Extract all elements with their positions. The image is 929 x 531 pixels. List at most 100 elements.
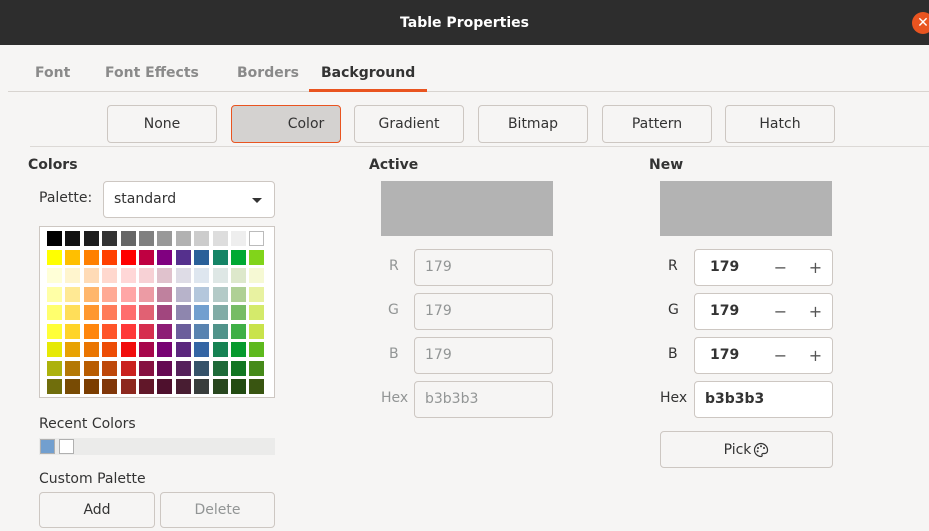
- color-swatch[interactable]: [83, 231, 99, 246]
- g-decrement-button[interactable]: −: [763, 294, 798, 329]
- color-swatch[interactable]: [139, 268, 154, 283]
- new-hex-field[interactable]: b3b3b3: [694, 381, 833, 418]
- color-swatch[interactable]: [102, 323, 118, 339]
- color-swatch[interactable]: [139, 249, 154, 265]
- new-r-spinbox[interactable]: 179 − +: [694, 249, 833, 286]
- color-swatch[interactable]: [102, 342, 118, 357]
- color-swatch[interactable]: [212, 379, 228, 394]
- color-swatch[interactable]: [231, 305, 246, 320]
- none-button[interactable]: None: [107, 105, 217, 143]
- color-swatch[interactable]: [120, 323, 136, 339]
- add-button[interactable]: Add: [39, 492, 155, 528]
- color-swatch[interactable]: [194, 342, 210, 357]
- b-decrement-button[interactable]: −: [763, 338, 798, 373]
- color-swatch[interactable]: [47, 268, 62, 283]
- color-swatch[interactable]: [175, 379, 191, 394]
- close-icon[interactable]: ✕: [912, 12, 929, 34]
- color-swatch[interactable]: [249, 360, 265, 376]
- color-swatch[interactable]: [212, 268, 228, 283]
- color-swatch[interactable]: [102, 268, 118, 283]
- color-swatch[interactable]: [249, 268, 265, 283]
- color-swatch[interactable]: [65, 305, 81, 320]
- recent-color-swatch[interactable]: [59, 439, 74, 454]
- color-swatch[interactable]: [120, 286, 136, 302]
- color-swatch[interactable]: [139, 379, 154, 394]
- color-swatch[interactable]: [139, 360, 154, 376]
- color-swatch[interactable]: [102, 379, 118, 394]
- color-swatch[interactable]: [102, 305, 118, 320]
- color-swatch[interactable]: [139, 231, 154, 246]
- palette-dropdown[interactable]: standard: [103, 181, 275, 218]
- color-swatch[interactable]: [65, 249, 81, 265]
- color-swatch[interactable]: [139, 323, 154, 339]
- delete-button[interactable]: Delete: [160, 492, 275, 528]
- color-swatch[interactable]: [175, 231, 191, 246]
- color-swatch[interactable]: [212, 342, 228, 357]
- color-swatch[interactable]: [157, 249, 173, 265]
- color-swatch[interactable]: [175, 360, 191, 376]
- r-increment-button[interactable]: +: [798, 250, 833, 285]
- color-swatch[interactable]: [212, 305, 228, 320]
- color-swatch[interactable]: [249, 323, 265, 339]
- color-swatch[interactable]: [120, 268, 136, 283]
- color-swatch[interactable]: [83, 268, 99, 283]
- color-swatch[interactable]: [120, 379, 136, 394]
- color-swatch[interactable]: [47, 305, 62, 320]
- color-swatch[interactable]: [139, 342, 154, 357]
- color-swatch[interactable]: [249, 342, 265, 357]
- color-swatch[interactable]: [231, 323, 246, 339]
- color-swatch[interactable]: [83, 286, 99, 302]
- color-swatch[interactable]: [83, 360, 99, 376]
- color-swatch[interactable]: [194, 379, 210, 394]
- color-swatch[interactable]: [157, 360, 173, 376]
- color-swatch[interactable]: [120, 360, 136, 376]
- color-swatch[interactable]: [212, 249, 228, 265]
- color-swatch[interactable]: [102, 360, 118, 376]
- color-swatch[interactable]: [157, 342, 173, 357]
- color-swatch[interactable]: [47, 360, 62, 376]
- color-swatch[interactable]: [194, 360, 210, 376]
- color-swatch[interactable]: [231, 249, 246, 265]
- r-decrement-button[interactable]: −: [763, 250, 798, 285]
- color-swatch[interactable]: [65, 268, 81, 283]
- color-swatch[interactable]: [120, 249, 136, 265]
- color-swatch[interactable]: [83, 305, 99, 320]
- color-swatch[interactable]: [212, 323, 228, 339]
- color-swatch[interactable]: [231, 379, 246, 394]
- new-g-value[interactable]: 179: [710, 294, 739, 329]
- color-swatch[interactable]: [249, 231, 265, 246]
- recent-color-swatch[interactable]: [40, 439, 55, 454]
- g-increment-button[interactable]: +: [798, 294, 833, 329]
- hatch-button[interactable]: Hatch: [725, 105, 835, 143]
- color-swatch[interactable]: [175, 323, 191, 339]
- color-swatch[interactable]: [249, 249, 265, 265]
- color-swatch[interactable]: [157, 305, 173, 320]
- tab-font-effects[interactable]: Font Effects: [105, 52, 199, 92]
- color-swatch[interactable]: [157, 286, 173, 302]
- color-swatch[interactable]: [249, 286, 265, 302]
- color-swatch[interactable]: [175, 286, 191, 302]
- color-swatch[interactable]: [231, 286, 246, 302]
- color-swatch[interactable]: [249, 379, 265, 394]
- color-swatch[interactable]: [47, 342, 62, 357]
- color-swatch[interactable]: [47, 323, 62, 339]
- color-swatch[interactable]: [175, 268, 191, 283]
- tab-font[interactable]: Font: [35, 52, 70, 92]
- color-swatch[interactable]: [139, 286, 154, 302]
- pick-button[interactable]: Pick: [660, 431, 833, 468]
- color-swatch[interactable]: [157, 379, 173, 394]
- color-swatch[interactable]: [47, 231, 62, 246]
- color-swatch[interactable]: [157, 323, 173, 339]
- color-swatch[interactable]: [194, 323, 210, 339]
- color-swatch[interactable]: [65, 360, 81, 376]
- color-button[interactable]: Color: [231, 105, 341, 143]
- pattern-button[interactable]: Pattern: [602, 105, 712, 143]
- color-swatch[interactable]: [102, 286, 118, 302]
- bitmap-button[interactable]: Bitmap: [478, 105, 588, 143]
- color-swatch[interactable]: [212, 360, 228, 376]
- color-swatch[interactable]: [83, 323, 99, 339]
- color-swatch[interactable]: [65, 342, 81, 357]
- color-swatch[interactable]: [231, 231, 246, 246]
- color-swatch[interactable]: [47, 249, 62, 265]
- tab-background[interactable]: Background: [309, 52, 428, 92]
